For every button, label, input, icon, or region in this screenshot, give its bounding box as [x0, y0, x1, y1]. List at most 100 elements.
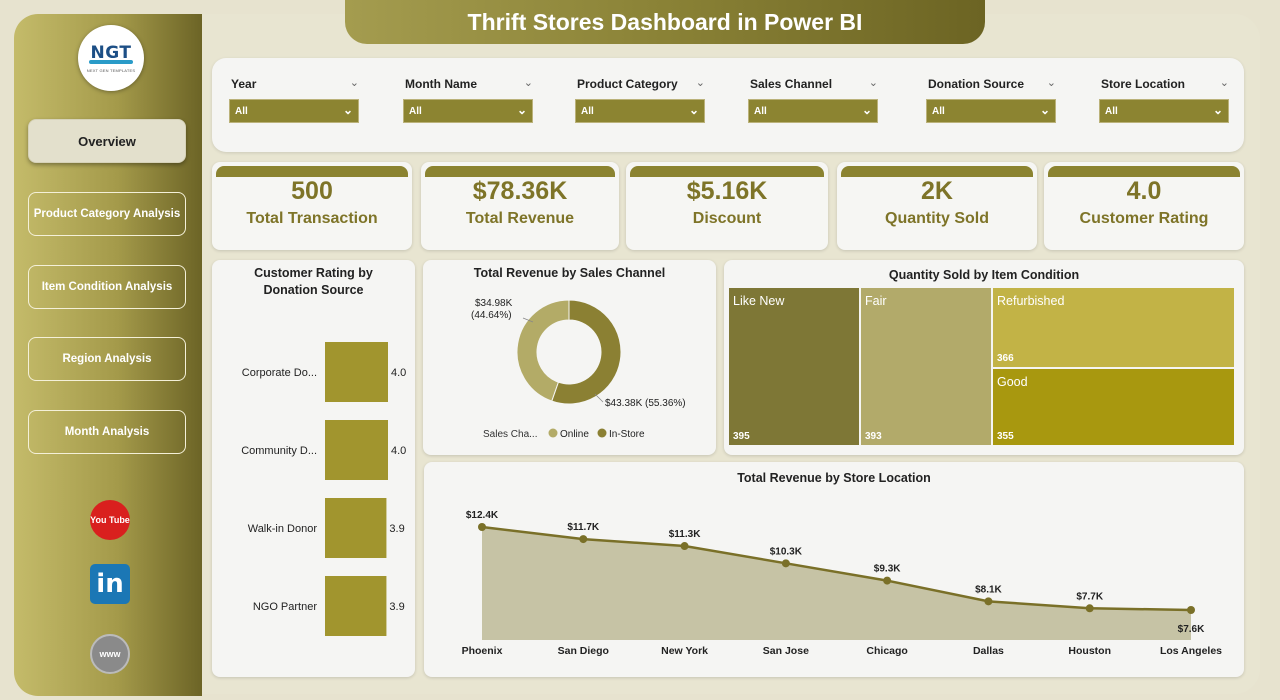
- chevron-down-icon: ⌄: [1212, 103, 1223, 117]
- tile-value: 393: [865, 431, 882, 442]
- sales-channel-dropdown[interactable]: All ⌄: [748, 99, 878, 123]
- chevron-down-icon[interactable]: ⌄: [1047, 76, 1056, 89]
- donut-data-label: $43.38K (55.36%): [605, 398, 686, 409]
- chevron-down-icon: ⌄: [688, 103, 699, 117]
- data-point: [984, 597, 993, 606]
- chevron-down-icon[interactable]: ⌄: [869, 76, 878, 89]
- data-point: [579, 535, 588, 544]
- kpi-label: Discount: [692, 210, 762, 227]
- data-label: 4.0: [391, 445, 406, 457]
- chevron-down-icon: ⌄: [861, 103, 872, 117]
- tile-value: 355: [997, 431, 1014, 442]
- kpi-value: 2K: [921, 177, 953, 205]
- chevron-down-icon[interactable]: ⌄: [696, 76, 705, 89]
- donation-source-dropdown[interactable]: All ⌄: [926, 99, 1056, 123]
- year-dropdown[interactable]: All ⌄: [229, 99, 359, 123]
- kpi-quantity-sold: 2K Quantity Sold: [837, 162, 1037, 250]
- rating-bar: [325, 420, 388, 480]
- data-label: $7.7K: [1076, 591, 1103, 602]
- kpi-label: Total Revenue: [465, 210, 575, 227]
- filter-label: Store Location: [1101, 77, 1186, 91]
- nav-overview[interactable]: Overview: [28, 119, 186, 163]
- product-category-dropdown[interactable]: All ⌄: [575, 99, 705, 123]
- revenue-by-location-panel: Total Revenue by Store Location $12.4K Ph…: [424, 462, 1244, 677]
- label-leader: [594, 393, 604, 403]
- kpi-value: 500: [291, 177, 333, 205]
- kpi-value: $5.16K: [686, 177, 768, 205]
- kpi-label: Total Transaction: [246, 210, 378, 227]
- rating-bar: [325, 342, 388, 402]
- nav-region-analysis[interactable]: Region Analysis: [28, 337, 186, 381]
- legend-label: Online: [560, 429, 589, 440]
- filter-month-name: Month Name ⌄ All ⌄: [403, 58, 543, 152]
- kpi-band: [841, 166, 1033, 177]
- website-icon-text: www: [99, 649, 121, 659]
- kpi-label: Customer Rating: [1079, 210, 1209, 227]
- rating-bar-chart: Corporate Do... 4.0 Community D... 4.0 Walk-…: [241, 342, 406, 636]
- category-label: Walk-in Donor: [248, 523, 318, 535]
- data-label: $11.7K: [567, 522, 599, 533]
- data-label: 3.9: [389, 523, 404, 535]
- donut-data-label: (44.64%): [471, 310, 512, 321]
- nav-month-analysis[interactable]: Month Analysis: [28, 410, 186, 454]
- filter-label: Month Name: [405, 77, 477, 91]
- data-label: $12.4K: [466, 510, 499, 521]
- website-icon[interactable]: www: [90, 634, 130, 674]
- treemap-tile: [729, 288, 859, 445]
- x-tick-label: Houston: [1068, 645, 1111, 657]
- tile-value: 395: [733, 431, 750, 442]
- data-label: $10.3K: [770, 546, 803, 557]
- revenue-area-chart: $12.4K Phoenix $11.7K San Diego $11.3K New Yo…: [462, 510, 1223, 657]
- kpi-total-revenue: $78.36K Total Revenue: [421, 162, 619, 250]
- data-label: 4.0: [391, 367, 406, 379]
- treemap-tile: [993, 369, 1234, 445]
- data-point: [478, 523, 486, 531]
- chevron-down-icon[interactable]: ⌄: [524, 76, 533, 89]
- chevron-down-icon[interactable]: ⌄: [1220, 76, 1229, 89]
- x-tick-label: San Diego: [558, 645, 609, 657]
- x-tick-label: New York: [661, 645, 708, 657]
- youtube-icon[interactable]: You Tube: [90, 500, 130, 540]
- tile-label: Refurbished: [997, 294, 1064, 308]
- kpi-customer-rating: 4.0 Customer Rating: [1044, 162, 1244, 250]
- kpi-value: $78.36K: [472, 177, 568, 205]
- chevron-down-icon[interactable]: ⌄: [350, 76, 359, 89]
- rating-bar: [325, 576, 387, 636]
- x-tick-label: Chicago: [866, 645, 907, 657]
- revenue-by-channel-panel: Total Revenue by Sales Channel $34.98K (4…: [423, 260, 716, 455]
- dropdown-value: All: [235, 106, 248, 117]
- linkedin-icon[interactable]: in: [90, 564, 130, 604]
- legend-label: In-Store: [609, 429, 645, 440]
- rating-by-donation-panel: Customer Rating by Donation Source Corpo…: [212, 260, 415, 677]
- donut-data-label: $34.98K: [475, 298, 513, 309]
- category-label: Community D...: [241, 445, 317, 457]
- data-label: $11.3K: [669, 529, 701, 540]
- x-tick-label: Phoenix: [462, 645, 503, 657]
- filter-bar: Year ⌄ All ⌄ Month Name ⌄ All ⌄ Product Ca…: [212, 58, 1244, 152]
- data-label: 3.9: [389, 601, 404, 613]
- data-label: $8.1K: [975, 584, 1002, 595]
- kpi-band: [425, 166, 615, 177]
- data-point: [1085, 604, 1094, 613]
- store-location-dropdown[interactable]: All ⌄: [1099, 99, 1229, 123]
- category-label: NGO Partner: [253, 601, 318, 613]
- nav-item-condition-analysis[interactable]: Item Condition Analysis: [28, 265, 186, 309]
- month-name-dropdown[interactable]: All ⌄: [403, 99, 533, 123]
- kpi-discount: $5.16K Discount: [626, 162, 828, 250]
- kpi-band: [216, 166, 408, 177]
- filter-product-category: Product Category ⌄ All ⌄: [575, 58, 715, 152]
- tile-label: Fair: [865, 294, 887, 308]
- dropdown-value: All: [409, 106, 422, 117]
- nav-product-category-analysis[interactable]: Product Category Analysis: [28, 192, 186, 236]
- kpi-band: [630, 166, 824, 177]
- data-label: $7.6K: [1178, 624, 1205, 635]
- data-point: [781, 559, 790, 568]
- data-point: [680, 542, 689, 551]
- quantity-by-condition-panel: Quantity Sold by Item Condition Like New…: [724, 260, 1244, 455]
- dropdown-value: All: [581, 106, 594, 117]
- chevron-down-icon: ⌄: [342, 103, 353, 117]
- filter-store-location: Store Location ⌄ All ⌄: [1099, 58, 1239, 152]
- data-point: [1187, 606, 1195, 614]
- chevron-down-icon: ⌄: [516, 103, 527, 117]
- tile-label: Good: [997, 375, 1028, 389]
